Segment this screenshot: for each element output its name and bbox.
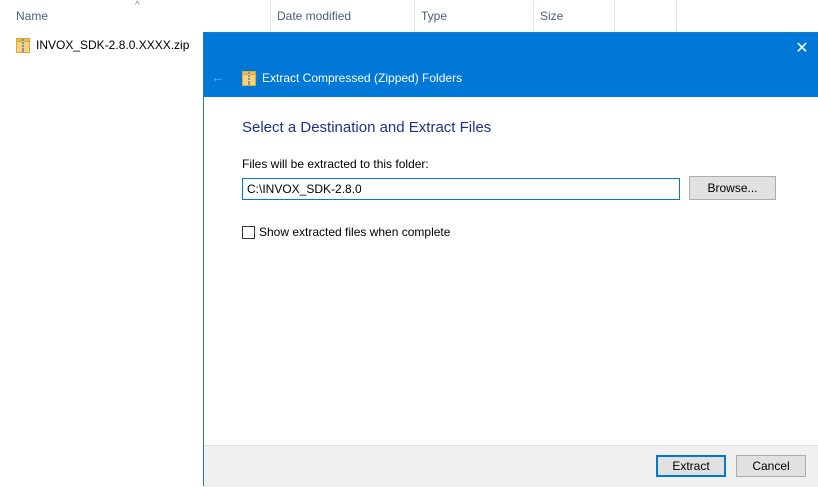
cancel-button[interactable]: Cancel [736, 455, 806, 477]
dialog-title: Extract Compressed (Zipped) Folders [262, 71, 463, 85]
extract-dialog: ✕ ← Extract Compressed (Zipped) Folders … [203, 32, 818, 487]
dialog-heading: Select a Destination and Extract Files [242, 119, 492, 136]
destination-path-input[interactable] [242, 178, 680, 200]
dialog-footer: Extract Cancel [204, 445, 818, 487]
back-button[interactable]: ← [210, 69, 226, 85]
column-header-date-modified[interactable]: Date modified [271, 0, 415, 32]
file-name: INVOX_SDK-2.8.0.XXXX.zip [36, 38, 190, 52]
file-list-item[interactable]: INVOX_SDK-2.8.0.XXXX.zip [16, 36, 189, 54]
zip-folder-icon [16, 38, 30, 53]
dialog-title-bar: ✕ ← Extract Compressed (Zipped) Folders [204, 33, 818, 97]
column-header-type-label: Type [421, 9, 448, 23]
close-button[interactable]: ✕ [790, 35, 814, 61]
zip-folder-icon [242, 71, 256, 86]
column-header-size-label: Size [540, 9, 564, 23]
close-icon: ✕ [795, 40, 809, 57]
sort-ascending-icon: ^ [135, 0, 140, 11]
column-header-name-label: Name [16, 9, 49, 23]
show-files-option[interactable]: Show extracted files when complete [242, 224, 450, 240]
column-header-spacer [615, 0, 677, 32]
dialog-title-wrap: Extract Compressed (Zipped) Folders [242, 69, 462, 87]
extract-button[interactable]: Extract [656, 455, 726, 477]
browse-button[interactable]: Browse... [689, 176, 776, 200]
destination-label: Files will be extracted to this folder: [242, 157, 429, 171]
show-files-label[interactable]: Show extracted files when complete [259, 225, 450, 239]
column-header-size[interactable]: Size [534, 0, 615, 32]
column-header-date-label: Date modified [277, 9, 352, 23]
show-files-checkbox[interactable] [242, 225, 255, 239]
column-header-name[interactable]: Name [10, 0, 271, 32]
back-arrow-icon: ← [211, 69, 225, 85]
column-header-type[interactable]: Type [415, 0, 534, 32]
